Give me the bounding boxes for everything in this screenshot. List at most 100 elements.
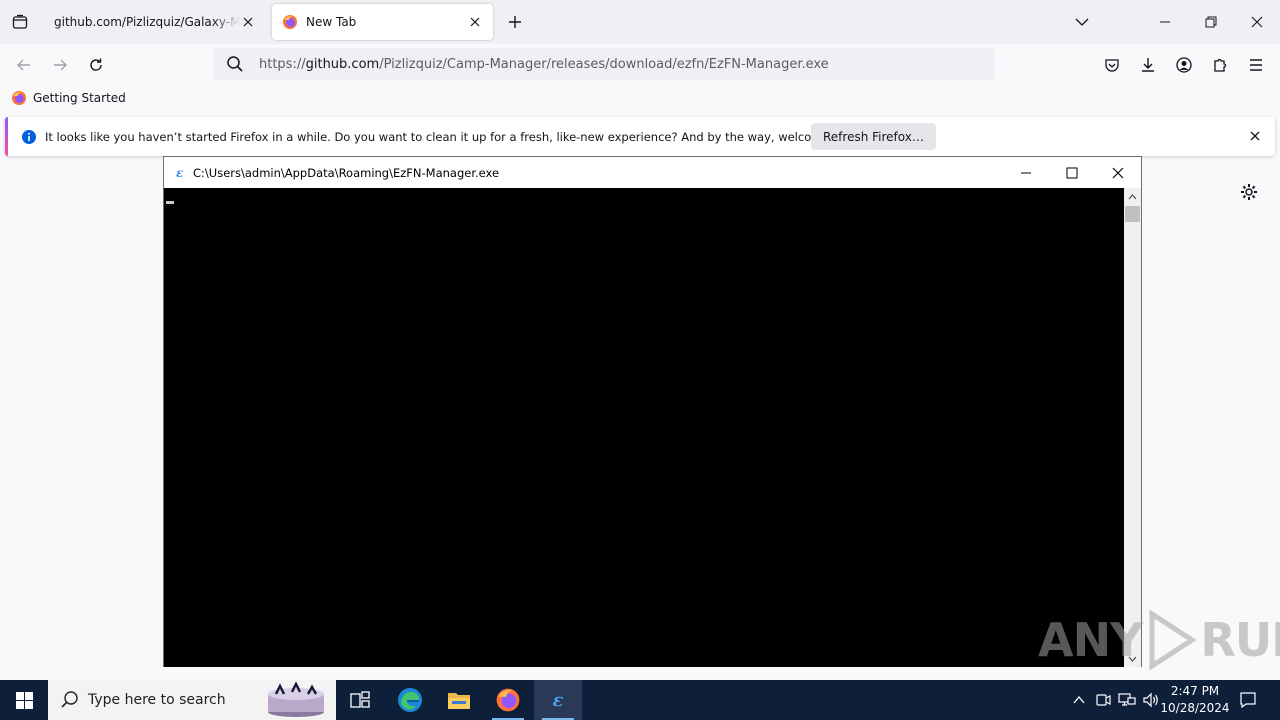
notification-message: It looks like you haven’t started Firefo… bbox=[45, 129, 866, 144]
clock-date: 10/28/2024 bbox=[1160, 701, 1230, 715]
plus-icon bbox=[509, 16, 521, 28]
arrow-left-icon bbox=[17, 59, 30, 71]
taskbar-clock[interactable]: 2:47 PM 10/28/2024 bbox=[1160, 683, 1230, 717]
close-icon bbox=[1250, 131, 1260, 141]
bookmark-getting-started[interactable]: Getting Started bbox=[11, 90, 126, 106]
bookmarks-toolbar: Getting Started bbox=[0, 86, 1280, 112]
clock-time: 2:47 PM bbox=[1170, 684, 1220, 698]
chevron-up-icon bbox=[1073, 696, 1085, 704]
watermark-left: ANY bbox=[1038, 613, 1143, 667]
console-window: ε C:\Users\admin\AppData\Roaming\EzFN-Ma… bbox=[163, 156, 1142, 667]
tab-close-button[interactable] bbox=[467, 14, 483, 30]
refresh-notification: It looks like you haven’t started Firefo… bbox=[5, 117, 1275, 156]
windows-icon bbox=[15, 691, 33, 709]
firefox-icon bbox=[496, 688, 520, 712]
minimize-icon bbox=[1160, 21, 1170, 23]
close-icon bbox=[470, 17, 480, 27]
downloads-button[interactable] bbox=[1135, 52, 1161, 78]
tab-close-button[interactable] bbox=[240, 14, 256, 30]
pocket-button[interactable] bbox=[1099, 52, 1125, 78]
list-all-tabs-button[interactable] bbox=[1068, 8, 1096, 36]
hamburger-icon bbox=[1250, 59, 1262, 71]
account-button[interactable] bbox=[1171, 52, 1197, 78]
bookmark-label: Getting Started bbox=[33, 91, 126, 105]
tray-volume[interactable] bbox=[1140, 680, 1162, 720]
task-view-icon bbox=[350, 691, 370, 708]
notification-accent bbox=[5, 117, 8, 156]
taskbar-search[interactable]: Type here to search bbox=[48, 680, 336, 720]
back-button[interactable] bbox=[11, 52, 37, 78]
taskbar-edge[interactable] bbox=[386, 680, 434, 720]
extensions-button[interactable] bbox=[1207, 52, 1233, 78]
scroll-thumb[interactable] bbox=[1125, 206, 1140, 222]
edge-icon bbox=[398, 688, 422, 712]
search-highlight-icon bbox=[268, 682, 324, 717]
url-bar[interactable]: https://github.com/Pizlizquiz/Camp-Manag… bbox=[213, 48, 995, 80]
reload-button[interactable] bbox=[83, 52, 109, 78]
maximize-icon bbox=[1066, 167, 1078, 179]
firefox-icon bbox=[283, 15, 297, 29]
menu-button[interactable] bbox=[1243, 52, 1269, 78]
ezfn-app-icon: ε bbox=[176, 165, 184, 180]
firefox-view-button[interactable] bbox=[8, 10, 32, 34]
tab-strip: github.com/Pizlizquiz/Galaxy-Manager New… bbox=[0, 0, 1280, 44]
meet-now-icon bbox=[1096, 694, 1111, 706]
info-icon bbox=[22, 129, 36, 144]
gear-icon[interactable] bbox=[1240, 183, 1258, 201]
refresh-firefox-button[interactable]: Refresh Firefox… bbox=[811, 123, 936, 150]
search-placeholder: Type here to search bbox=[88, 692, 226, 708]
tray-network[interactable] bbox=[1116, 680, 1138, 720]
volume-icon bbox=[1143, 692, 1158, 708]
tab-title: New Tab bbox=[306, 15, 357, 29]
console-close-button[interactable] bbox=[1095, 159, 1141, 187]
tray-meet-now[interactable] bbox=[1092, 680, 1114, 720]
network-icon bbox=[1118, 693, 1136, 706]
scroll-up-button[interactable] bbox=[1124, 188, 1141, 205]
url-path: /Pizlizquiz/Camp-Manager/releases/downlo… bbox=[379, 56, 829, 72]
taskbar-file-explorer[interactable] bbox=[435, 680, 483, 720]
close-icon bbox=[243, 17, 253, 27]
console-maximize-button[interactable] bbox=[1049, 159, 1095, 187]
firefox-view-icon bbox=[12, 14, 28, 29]
console-scrollbar[interactable] bbox=[1124, 188, 1141, 667]
console-output[interactable] bbox=[164, 188, 1124, 667]
play-icon bbox=[1149, 610, 1197, 670]
tab-title: github.com/Pizlizquiz/Galaxy-Manager bbox=[54, 15, 240, 29]
url-scheme: https:// bbox=[259, 56, 306, 72]
close-icon bbox=[1251, 16, 1263, 28]
minimize-icon bbox=[1021, 172, 1031, 174]
tray-overflow-button[interactable] bbox=[1068, 680, 1090, 720]
url-text: https://github.com/Pizlizquiz/Camp-Manag… bbox=[259, 57, 829, 72]
anyrun-watermark: ANY RUN bbox=[1038, 610, 1280, 670]
pocket-icon bbox=[1105, 59, 1119, 72]
taskbar-ezfn-manager[interactable]: ε bbox=[534, 680, 582, 720]
notification-close-button[interactable] bbox=[1247, 128, 1263, 144]
tab-github[interactable]: github.com/Pizlizquiz/Galaxy-Manager bbox=[44, 4, 266, 40]
chevron-up-icon bbox=[1128, 193, 1137, 199]
taskbar-firefox[interactable] bbox=[484, 680, 532, 720]
start-button[interactable] bbox=[0, 680, 48, 720]
chevron-down-icon bbox=[1075, 18, 1089, 26]
restore-icon bbox=[1205, 16, 1217, 28]
new-tab-button[interactable] bbox=[503, 10, 527, 34]
watermark-right: RUN bbox=[1200, 613, 1280, 667]
forward-button[interactable] bbox=[47, 52, 73, 78]
close-window-button[interactable] bbox=[1243, 8, 1271, 36]
firefox-icon bbox=[12, 91, 26, 105]
action-center-button[interactable] bbox=[1232, 680, 1264, 720]
console-minimize-button[interactable] bbox=[1003, 159, 1049, 187]
taskbar: Type here to search ε 2:47 PM 10/28/2024 bbox=[0, 680, 1280, 720]
restore-button[interactable] bbox=[1197, 8, 1225, 36]
search-icon bbox=[61, 691, 78, 708]
nav-bar: https://github.com/Pizlizquiz/Camp-Manag… bbox=[0, 44, 1280, 86]
folder-icon bbox=[448, 693, 470, 709]
download-icon bbox=[1142, 58, 1154, 72]
notification-icon bbox=[1240, 692, 1256, 709]
task-view-button[interactable] bbox=[336, 680, 384, 720]
search-icon bbox=[227, 56, 243, 72]
console-titlebar[interactable]: ε C:\Users\admin\AppData\Roaming\EzFN-Ma… bbox=[164, 157, 1141, 188]
ezfn-app-icon: ε bbox=[552, 689, 564, 711]
minimize-button[interactable] bbox=[1151, 8, 1179, 36]
tab-new-tab[interactable]: New Tab bbox=[272, 4, 493, 40]
arrow-right-icon bbox=[54, 59, 67, 71]
